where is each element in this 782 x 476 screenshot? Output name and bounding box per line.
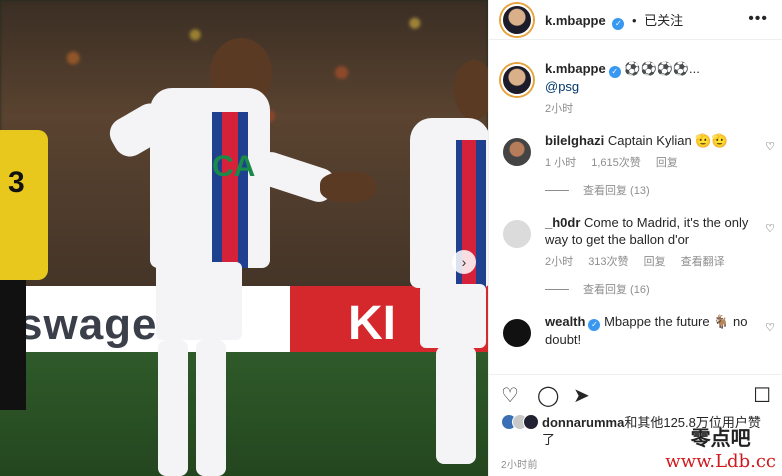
commenter-avatar[interactable] bbox=[501, 136, 533, 168]
verified-badge-icon: ✓ bbox=[608, 66, 621, 78]
player-right-leg bbox=[196, 340, 226, 476]
author-avatar-small[interactable] bbox=[501, 64, 533, 96]
comment-time: 2小时 bbox=[545, 256, 574, 268]
yellow-player: 3 bbox=[0, 130, 48, 280]
caption-username[interactable]: k.mbappe bbox=[545, 61, 606, 76]
commenter-username[interactable]: wealth bbox=[545, 314, 585, 329]
author-username[interactable]: k.mbappe bbox=[545, 13, 606, 28]
post-header: k.mbappe ✓ • 已关注 ••• bbox=[489, 0, 782, 40]
commenter-username[interactable]: _h0dr bbox=[545, 215, 580, 230]
replies-divider-line bbox=[545, 189, 569, 191]
caption-time: 2小时 bbox=[545, 103, 574, 115]
player-shorts bbox=[156, 262, 242, 340]
comment-time: 1 小时 bbox=[545, 157, 577, 169]
chevron-right-icon: › bbox=[461, 254, 467, 270]
comment-like-heart-icon[interactable]: ♡ bbox=[765, 140, 775, 153]
comment-row: _h0dr Come to Madrid, it's the only way … bbox=[501, 214, 782, 271]
yellow-player-number: 3 bbox=[8, 166, 25, 199]
comment-likes[interactable]: 313次赞 bbox=[588, 256, 628, 268]
next-image-button[interactable]: › bbox=[452, 250, 476, 274]
player-left-leg bbox=[158, 340, 188, 476]
verified-badge-icon: ✓ bbox=[588, 319, 601, 331]
commenter-username[interactable]: bilelghazi bbox=[545, 133, 604, 148]
comments-list[interactable]: k.mbappe ✓ ⚽⚽⚽⚽... @psg 2小时 bilelghazi Ca… bbox=[489, 50, 782, 370]
teammate-shorts bbox=[420, 284, 486, 348]
like-heart-icon[interactable]: ♡ bbox=[501, 383, 519, 408]
comment-body: _h0dr Come to Madrid, it's the only way … bbox=[545, 214, 763, 271]
save-bookmark-icon[interactable]: ☐ bbox=[753, 383, 771, 408]
player-right-hand bbox=[320, 172, 376, 202]
pitch-grass bbox=[0, 352, 488, 476]
caption-row: k.mbappe ✓ ⚽⚽⚽⚽... @psg 2小时 bbox=[501, 60, 782, 118]
commenter-avatar[interactable] bbox=[501, 317, 533, 349]
comment-reply-button[interactable]: 回复 bbox=[656, 157, 678, 169]
comment-meta: 2小时 313次赞 回复 查看翻译 bbox=[545, 254, 763, 271]
teammate-legs bbox=[436, 346, 476, 464]
comment-reply-button[interactable]: 回复 bbox=[644, 256, 666, 268]
commenter-avatar[interactable] bbox=[501, 218, 533, 250]
post-side-panel: k.mbappe ✓ • 已关注 ••• k.mbappe ✓ ⚽⚽⚽⚽... @… bbox=[488, 0, 782, 476]
see-translation-button[interactable]: 查看翻译 bbox=[681, 256, 725, 268]
verified-badge-icon: ✓ bbox=[612, 17, 625, 30]
watermark-line2: www.Ldb.cc bbox=[665, 451, 776, 472]
teammate-head bbox=[454, 60, 488, 120]
author-avatar[interactable] bbox=[501, 3, 533, 36]
caption-text: ⚽⚽⚽⚽... bbox=[624, 61, 700, 76]
comment-meta: 1 小时 1,615次赞 回复 bbox=[545, 155, 763, 172]
view-replies-button[interactable]: 查看回复 (16) bbox=[545, 281, 782, 297]
comment-likes[interactable]: 1,615次赞 bbox=[591, 157, 641, 169]
comment-row: wealth ✓ Mbappe the future 🐐 no doubt! ♡ bbox=[501, 313, 782, 349]
separator-dot: • bbox=[631, 12, 637, 28]
comment-like-heart-icon[interactable]: ♡ bbox=[765, 222, 775, 235]
replies-divider-line bbox=[545, 288, 569, 290]
share-send-icon[interactable]: ➤ bbox=[573, 383, 590, 408]
comment-text: Captain Kylian 🫡🫡 bbox=[607, 133, 728, 148]
site-watermark: 零点吧 www.Ldb.cc bbox=[665, 422, 776, 472]
comment-like-heart-icon[interactable]: ♡ bbox=[765, 321, 775, 334]
view-replies-label: 查看回复 (13) bbox=[583, 185, 650, 197]
caption-mention-link[interactable]: @psg bbox=[545, 79, 579, 94]
liker-username[interactable]: donnarumma bbox=[542, 415, 624, 430]
comment-body: bilelghazi Captain Kylian 🫡🫡 1 小时 1,615次… bbox=[545, 132, 763, 172]
more-options-icon[interactable]: ••• bbox=[748, 10, 768, 28]
shirt-sponsor-logo: CA bbox=[212, 150, 256, 183]
yellow-player-legs bbox=[0, 280, 26, 410]
watermark-line1: 零点吧 bbox=[690, 426, 751, 450]
comment-bubble-icon[interactable]: ◯ bbox=[537, 383, 559, 408]
shirt-red-stripe bbox=[222, 112, 238, 268]
view-replies-label: 查看回复 (16) bbox=[583, 284, 650, 296]
comment-body: wealth ✓ Mbappe the future 🐐 no doubt! bbox=[545, 313, 763, 349]
liker-avatars bbox=[501, 414, 539, 448]
author-line: k.mbappe ✓ • 已关注 bbox=[545, 10, 683, 30]
board-text-right: KI bbox=[348, 297, 396, 350]
post-action-bar: ♡ ◯ ➤ ☐ bbox=[489, 374, 782, 414]
liker-avatar bbox=[523, 414, 539, 430]
view-replies-button[interactable]: 查看回复 (13) bbox=[545, 182, 782, 198]
caption-body: k.mbappe ✓ ⚽⚽⚽⚽... @psg 2小时 bbox=[545, 60, 763, 118]
comment-row: bilelghazi Captain Kylian 🫡🫡 1 小时 1,615次… bbox=[501, 132, 782, 172]
post-photo[interactable]: swage KI 3 CA › bbox=[0, 0, 488, 476]
caption-meta: 2小时 bbox=[545, 101, 763, 118]
follow-status-button[interactable]: 已关注 bbox=[644, 13, 683, 28]
board-text-left: swage bbox=[18, 300, 158, 349]
post-timestamp[interactable]: 2小时前 bbox=[501, 456, 538, 471]
